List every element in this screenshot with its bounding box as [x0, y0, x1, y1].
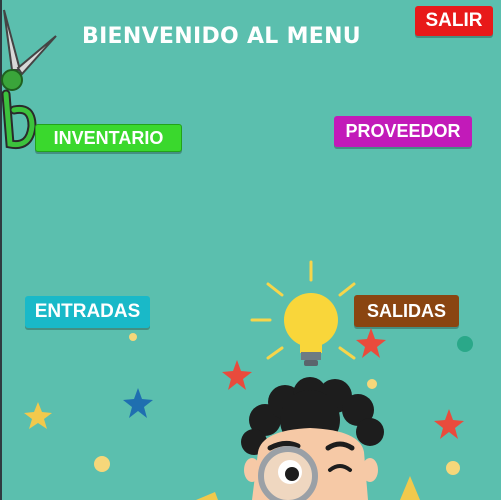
dot-icon [367, 379, 377, 389]
star-icon [24, 402, 52, 429]
star-icon [434, 409, 464, 439]
salir-button[interactable]: SALIR [415, 6, 493, 36]
entradas-button[interactable]: ENTRADAS [25, 296, 150, 328]
inventario-button[interactable]: INVENTARIO [35, 124, 182, 152]
star-icon [123, 388, 153, 418]
light-bulb-icon [284, 293, 338, 366]
kid-with-magnifier-icon [241, 377, 384, 500]
triangle-icon [400, 476, 420, 500]
dot-icon [457, 336, 473, 352]
dot-icon [446, 461, 460, 475]
light-rays-icon [250, 260, 356, 360]
proveedor-button[interactable]: PROVEEDOR [334, 116, 472, 147]
page-title: BIENVENIDO AL MENU [82, 24, 361, 49]
triangle-icon [196, 492, 218, 500]
star-icon [222, 360, 252, 390]
star-icon [356, 328, 386, 358]
salidas-button[interactable]: SALIDAS [354, 295, 459, 327]
dot-icon [129, 333, 137, 341]
illustration [24, 260, 473, 500]
dot-icon [94, 456, 110, 472]
